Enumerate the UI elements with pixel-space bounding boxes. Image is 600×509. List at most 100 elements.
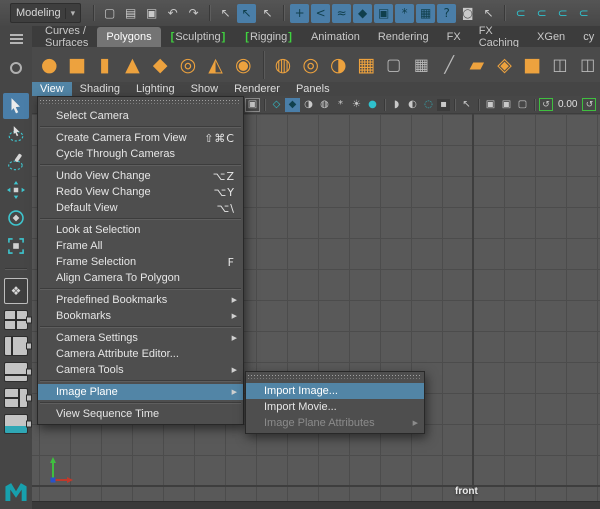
tab-rendering[interactable]: Rendering	[369, 26, 438, 47]
refresh-rate-icon[interactable]: ↺	[539, 98, 553, 111]
menu-item-camera-attribute-editor[interactable]: Camera Attribute Editor...	[38, 346, 243, 362]
menu-item-select-camera[interactable]: Select Camera	[38, 108, 243, 124]
snap-align-3-icon[interactable]: ⊂	[574, 4, 593, 23]
select-by-component-icon[interactable]: ↖	[258, 4, 277, 23]
panel-menu-lighting[interactable]: Lighting	[128, 82, 183, 96]
menu-item-image-plane[interactable]: Image Plane▶	[38, 384, 243, 400]
snap-align-4-icon[interactable]: ⊂	[595, 4, 600, 23]
single-pane-layout-button[interactable]	[4, 278, 28, 304]
menu-tearoff[interactable]	[248, 373, 422, 381]
select-by-object-icon[interactable]: ↖	[237, 4, 256, 23]
menu-item-predefined-bookmarks[interactable]: Predefined Bookmarks▶	[38, 292, 243, 308]
panel-menu-renderer[interactable]: Renderer	[226, 82, 288, 96]
panel-layout-full-icon[interactable]: ▢	[515, 98, 530, 112]
panel-menu-view[interactable]: View	[32, 82, 72, 96]
viewport-grid-icon[interactable]: ▣	[245, 98, 260, 112]
paint-selection-tool[interactable]	[3, 149, 29, 175]
poly-torus-icon[interactable]: ◎	[176, 52, 201, 78]
select-tool[interactable]	[3, 93, 29, 119]
wireframe-cube-icon[interactable]: ▢	[381, 52, 406, 78]
panel-menu-show[interactable]: Show	[183, 82, 227, 96]
menu-item-look-at-selection[interactable]: Look at Selection	[38, 222, 243, 238]
tab-animation[interactable]: Animation	[302, 26, 369, 47]
separate-icon[interactable]: ◑	[326, 52, 351, 78]
input-connections-icon[interactable]: ▦	[416, 4, 435, 23]
lock-selection-icon[interactable]: ◙	[458, 4, 477, 23]
shelf-editor-gear-icon[interactable]	[10, 62, 22, 74]
persp-graph-layout-button[interactable]	[4, 362, 28, 382]
shelf-menu-icon[interactable]	[10, 32, 23, 46]
menu-item-camera-tools[interactable]: Camera Tools▶	[38, 362, 243, 378]
help-line-icon[interactable]: ?	[437, 4, 456, 23]
menu-item-import-image[interactable]: Import Image...	[246, 383, 424, 399]
save-scene-icon[interactable]: ▣	[142, 4, 161, 23]
snap-to-curves-icon[interactable]: <	[311, 4, 330, 23]
duplicate-icon[interactable]: ◈	[492, 52, 517, 78]
graph-editor-layout-button[interactable]	[4, 414, 28, 434]
mirror-icon[interactable]: ◫	[548, 52, 573, 78]
menu-tearoff[interactable]	[40, 98, 241, 106]
textured-icon[interactable]: ◑	[301, 98, 316, 112]
poly-plane-icon[interactable]: ◆	[148, 52, 173, 78]
tab-curves-surfaces[interactable]: Curves / Surfaces	[36, 26, 97, 47]
poly-pipe-icon[interactable]: ◉	[231, 52, 256, 78]
menu-item-frame-selection[interactable]: Frame SelectionF	[38, 254, 243, 270]
menu-item-create-camera-from-view[interactable]: Create Camera From View⇧⌘C	[38, 130, 243, 146]
tab-polygons[interactable]: Polygons	[97, 27, 160, 47]
undo-icon[interactable]: ↶	[163, 4, 182, 23]
combine-icon[interactable]: ▦	[354, 52, 379, 78]
isolate-select-icon[interactable]: ↖	[459, 98, 474, 112]
menu-item-import-movie[interactable]: Import Movie...	[246, 399, 424, 415]
renderer-box-icon[interactable]: ▪	[437, 99, 450, 111]
menu-item-default-view[interactable]: Default View⌥\	[38, 200, 243, 216]
new-scene-icon[interactable]: ▢	[100, 4, 119, 23]
panel-menu-panels[interactable]: Panels	[288, 82, 338, 96]
poly-cylinder-icon[interactable]: ▮	[92, 52, 117, 78]
scale-tool[interactable]	[3, 233, 29, 259]
sync-display-icon[interactable]: ↺	[582, 98, 596, 111]
select-by-hierarchy-icon[interactable]: ↖	[216, 4, 235, 23]
redo-icon[interactable]: ↷	[184, 4, 203, 23]
snap-align-1-icon[interactable]: ⊂	[532, 4, 551, 23]
menuset-selector[interactable]: Modeling ▾	[10, 3, 81, 23]
menu-item-frame-all[interactable]: Frame All	[38, 238, 243, 254]
extrude-icon[interactable]: ▰	[465, 52, 490, 78]
wireframe-icon[interactable]: ◇	[269, 98, 284, 112]
menu-item-align-camera-to-polygon[interactable]: Align Camera To Polygon	[38, 270, 243, 286]
open-scene-icon[interactable]: ▤	[121, 4, 140, 23]
poly-sphere-icon[interactable]: ●	[37, 52, 62, 78]
camera-mask-icon[interactable]: ◗	[389, 98, 404, 112]
panel-layout-split-icon[interactable]: ▣	[499, 98, 514, 112]
menu-item-bookmarks[interactable]: Bookmarks▶	[38, 308, 243, 324]
snap-to-grids-icon[interactable]: +	[290, 4, 309, 23]
snap-align-2-icon[interactable]: ⊂	[553, 4, 572, 23]
lighting-icon[interactable]: ☀	[349, 98, 364, 112]
four-pane-layout-button[interactable]	[4, 310, 28, 330]
poly-cube-icon[interactable]: ■	[65, 52, 90, 78]
tab-rigging[interactable]: [ Rigging ]	[235, 26, 302, 47]
menu-item-view-sequence-time[interactable]: View Sequence Time	[38, 406, 243, 422]
poly-pyramid-icon[interactable]: ◭	[203, 52, 228, 78]
symmetry-icon[interactable]: ◫	[575, 52, 600, 78]
snap-to-projected-center-icon[interactable]: ◆	[353, 4, 372, 23]
highlight-selection-icon[interactable]: ↖	[479, 4, 498, 23]
tab-fx-caching[interactable]: FX Caching	[470, 26, 528, 47]
panel-menu-shading[interactable]: Shading	[72, 82, 128, 96]
boolean-icon[interactable]: ■	[520, 52, 545, 78]
tab-cy[interactable]: cy	[574, 26, 600, 47]
panel-layout-single-icon[interactable]: ▣	[483, 98, 498, 112]
shadows-icon[interactable]: ●	[365, 98, 380, 112]
snap-together-icon[interactable]: *	[395, 4, 414, 23]
move-tool[interactable]	[3, 177, 29, 203]
multi-cut-icon[interactable]: ╱	[437, 52, 462, 78]
construction-history-icon[interactable]: ⊂	[511, 4, 530, 23]
hypershade-persp-layout-button[interactable]	[4, 388, 28, 408]
poly-cone-icon[interactable]: ▲	[120, 52, 145, 78]
menu-item-camera-settings[interactable]: Camera Settings▶	[38, 330, 243, 346]
make-live-icon[interactable]: ▣	[374, 4, 393, 23]
motion-blur-icon[interactable]: ◐	[405, 98, 420, 112]
ambient-occlusion-icon[interactable]: ◌	[421, 98, 436, 112]
tab-fx[interactable]: FX	[438, 26, 470, 47]
fill-hole-icon[interactable]: ▦	[409, 52, 434, 78]
tab-xgen[interactable]: XGen	[528, 26, 574, 47]
